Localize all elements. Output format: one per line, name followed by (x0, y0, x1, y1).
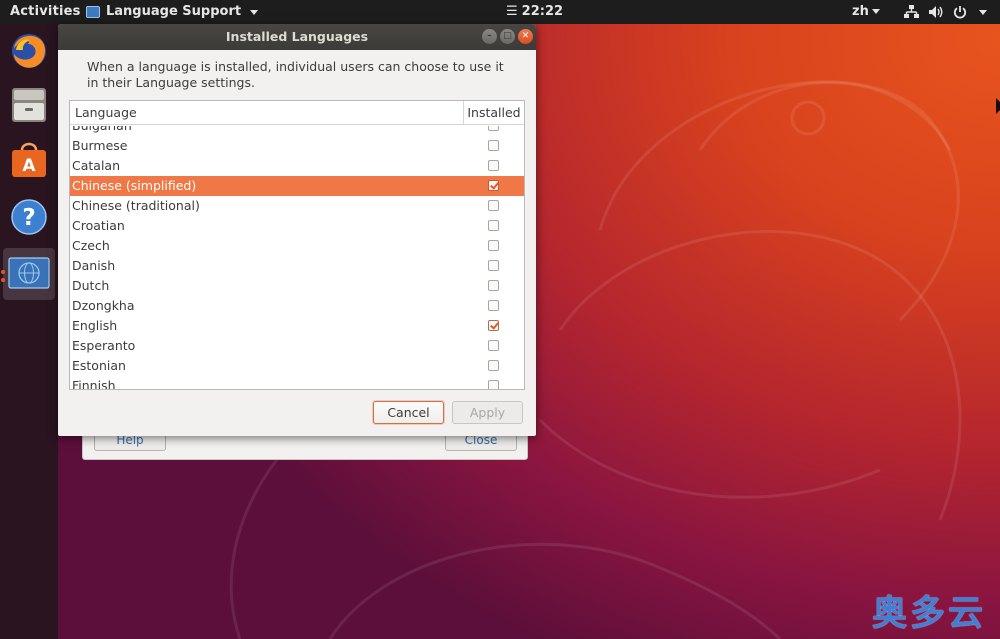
dock-item-firefox[interactable] (8, 30, 50, 72)
language-name: Catalan (72, 158, 121, 173)
installed-checkbox[interactable] (488, 220, 499, 231)
caret-down-icon (250, 9, 259, 15)
language-name: Estonian (72, 358, 126, 373)
language-name: Esperanto (72, 338, 136, 353)
minimize-icon: – (487, 31, 492, 41)
language-support-icon (86, 6, 100, 18)
installed-checkbox[interactable] (488, 200, 499, 211)
clock[interactable]: ☰ 22:22 (506, 0, 563, 24)
language-support-icon (8, 257, 50, 289)
table-row[interactable]: Bulgarian (70, 126, 524, 136)
input-language-label: zh (852, 4, 869, 19)
dock-item-files[interactable] (8, 84, 50, 126)
installed-checkbox[interactable] (488, 260, 499, 271)
installed-checkbox[interactable] (488, 360, 499, 371)
close-icon: ✕ (521, 31, 530, 41)
table-row[interactable]: Burmese (70, 136, 524, 156)
table-row[interactable]: Catalan (70, 156, 524, 176)
table-row[interactable]: Dutch (70, 276, 524, 296)
installed-checkbox[interactable] (488, 240, 499, 251)
apply-button[interactable]: Apply (452, 401, 523, 424)
language-name: Finnish (72, 378, 116, 390)
dialog-title: Installed Languages (225, 29, 369, 44)
table-row[interactable]: Estonian (70, 356, 524, 376)
table-row[interactable]: Finnish (70, 376, 524, 390)
table-rows: Bulgarian Burmese Catalan Chinese (simplifi… (70, 126, 524, 390)
table-row[interactable]: Dzongkha (70, 296, 524, 316)
dialog-description: When a language is installed, individual… (87, 59, 504, 90)
table-header: Language Installed (70, 101, 524, 125)
files-icon (12, 88, 46, 122)
language-name: Burmese (72, 138, 128, 153)
top-panel: Activities Language Support ☰ 22:22 zh (0, 0, 1000, 24)
language-name: Bulgarian (72, 126, 132, 136)
dock-item-software[interactable]: A (8, 138, 50, 180)
minimize-button[interactable]: – (482, 29, 497, 44)
installed-checkbox[interactable] (488, 180, 499, 191)
language-name: Chinese (simplified) (72, 178, 197, 193)
installed-checkbox[interactable] (488, 126, 499, 131)
language-name: Chinese (traditional) (72, 198, 200, 213)
dock: A ? (0, 24, 58, 639)
column-header-installed[interactable]: Installed (463, 101, 524, 125)
installed-checkbox[interactable] (488, 380, 499, 389)
input-language-indicator[interactable]: zh (852, 0, 880, 24)
app-menu[interactable]: Language Support (86, 0, 259, 24)
maximize-icon: □ (503, 31, 512, 41)
installed-languages-dialog: Installed Languages – □ ✕ When a languag… (58, 24, 536, 436)
running-indicator (1, 278, 5, 282)
dialog-close-button[interactable]: ✕ (518, 29, 533, 44)
firefox-icon (12, 34, 46, 68)
svg-text:A: A (22, 156, 36, 176)
installed-checkbox[interactable] (488, 300, 499, 311)
running-indicator (1, 270, 5, 274)
column-header-language[interactable]: Language (75, 101, 137, 125)
caret-down-icon (871, 9, 880, 14)
installed-checkbox[interactable] (488, 140, 499, 151)
mouse-cursor-icon (996, 98, 1000, 114)
activities-button[interactable]: Activities (10, 0, 81, 24)
software-bag-icon: A (12, 142, 46, 177)
watermark-logo: 奥多云 (872, 594, 987, 634)
system-status-area[interactable] (904, 0, 987, 24)
dock-item-help[interactable]: ? (8, 196, 50, 238)
svg-text:?: ? (22, 205, 35, 231)
language-name: Danish (72, 258, 116, 273)
table-row[interactable]: Danish (70, 256, 524, 276)
table-scrollbar[interactable] (519, 131, 522, 381)
table-row[interactable]: English (70, 316, 524, 336)
clock-time: 22:22 (521, 4, 564, 19)
power-icon (953, 6, 967, 19)
installed-checkbox[interactable] (488, 340, 499, 351)
table-row[interactable]: Czech (70, 236, 524, 256)
table-row[interactable]: Chinese (traditional) (70, 196, 524, 216)
volume-icon (929, 6, 943, 18)
notification-list-icon: ☰ (506, 4, 518, 19)
installed-checkbox[interactable] (488, 320, 499, 331)
dock-item-language-support[interactable] (3, 248, 55, 300)
caret-down-icon (979, 9, 987, 15)
app-menu-label: Language Support (106, 4, 242, 19)
help-icon: ? (11, 199, 47, 235)
language-name: Dzongkha (72, 298, 135, 313)
table-body: Bulgarian Burmese Catalan Chinese (simplifi… (70, 126, 524, 390)
installed-checkbox[interactable] (488, 160, 499, 171)
language-name: Czech (72, 238, 110, 253)
maximize-button[interactable]: □ (500, 29, 515, 44)
language-name: English (72, 318, 118, 333)
installed-checkbox[interactable] (488, 280, 499, 291)
table-row[interactable]: Esperanto (70, 336, 524, 356)
dialog-titlebar[interactable]: Installed Languages – □ ✕ (58, 24, 536, 50)
languages-table[interactable]: Language Installed Bulgarian Burmese Catal… (69, 100, 525, 390)
language-name: Dutch (72, 278, 110, 293)
language-name: Croatian (72, 218, 125, 233)
table-row[interactable]: Chinese (simplified) (70, 176, 524, 196)
network-icon (904, 5, 919, 18)
table-row[interactable]: Croatian (70, 216, 524, 236)
cancel-button[interactable]: Cancel (373, 401, 444, 424)
